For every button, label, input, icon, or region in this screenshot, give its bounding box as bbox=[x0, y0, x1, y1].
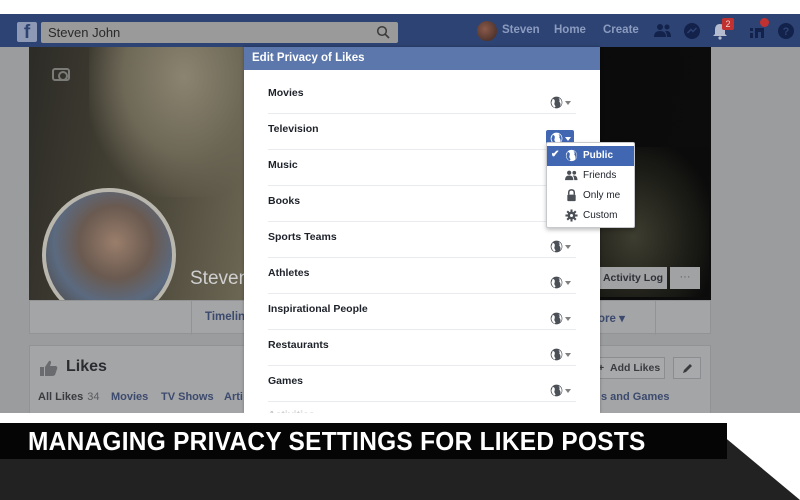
search-value: Steven John bbox=[48, 25, 121, 40]
lock-icon bbox=[567, 189, 576, 202]
gear-icon bbox=[565, 209, 578, 222]
likes-tab-artists[interactable]: Arti bbox=[224, 391, 243, 403]
privacy-row-music: Music bbox=[268, 150, 576, 186]
caret-down-icon bbox=[565, 281, 571, 285]
likes-tab-all[interactable]: All Likes 34 bbox=[38, 391, 100, 403]
globe-icon bbox=[565, 149, 578, 162]
quick-help-alert-dot bbox=[760, 18, 769, 27]
privacy-option-label: Only me bbox=[583, 190, 621, 201]
privacy-row-label: Inspirational People bbox=[268, 303, 368, 315]
privacy-row-label: Games bbox=[268, 375, 304, 387]
privacy-row-television: Television bbox=[268, 114, 576, 150]
likes-tab-movies[interactable]: Movies bbox=[111, 391, 148, 403]
svg-text:?: ? bbox=[783, 26, 790, 38]
privacy-row-games: Games bbox=[268, 366, 576, 402]
friends-icon bbox=[565, 170, 578, 181]
checkmark-icon: ✔ bbox=[551, 149, 560, 160]
privacy-row-inspirational-people: Inspirational People bbox=[268, 294, 576, 330]
caret-down-icon bbox=[565, 353, 571, 357]
privacy-row-label: Movies bbox=[268, 87, 304, 99]
likes-tab-tv-shows[interactable]: TV Shows bbox=[161, 391, 214, 403]
privacy-selector-button[interactable] bbox=[546, 238, 574, 256]
more-options-button[interactable]: ··· bbox=[670, 267, 700, 289]
privacy-selector-button[interactable] bbox=[546, 94, 574, 112]
likes-title: Likes bbox=[66, 358, 107, 375]
globe-icon bbox=[550, 276, 563, 289]
privacy-row-books: Books bbox=[268, 186, 576, 222]
privacy-row-label: Sports Teams bbox=[268, 231, 337, 243]
edit-privacy-modal: Edit Privacy of Likes Movies Television Mu… bbox=[244, 47, 600, 413]
caret-down-icon bbox=[565, 101, 571, 105]
tab-more[interactable]: ore ▾ bbox=[598, 311, 625, 325]
caret-down-icon bbox=[565, 317, 571, 321]
top-margin bbox=[0, 0, 800, 14]
privacy-selector-button[interactable] bbox=[546, 274, 574, 292]
privacy-dropdown-menu: ✔ Public Friends Only me Custom bbox=[546, 142, 635, 228]
globe-icon bbox=[550, 348, 563, 361]
globe-icon bbox=[550, 240, 563, 253]
facebook-logo-icon[interactable]: f bbox=[17, 22, 37, 42]
privacy-row-movies: Movies bbox=[268, 78, 576, 114]
likes-tab-label: All Likes bbox=[38, 391, 84, 403]
privacy-option-label: Friends bbox=[583, 170, 617, 181]
tab-divider bbox=[655, 301, 656, 335]
privacy-option-only-me[interactable]: Only me bbox=[547, 186, 634, 206]
edit-likes-button[interactable] bbox=[673, 357, 701, 379]
privacy-row-sports-teams: Sports Teams bbox=[268, 222, 576, 258]
nav-avatar[interactable] bbox=[477, 21, 497, 41]
likes-tab-apps-games[interactable]: s and Games bbox=[601, 391, 669, 403]
messenger-icon[interactable] bbox=[683, 22, 701, 40]
privacy-row-label: Athletes bbox=[268, 267, 310, 279]
activity-log-button[interactable]: Activity Log bbox=[599, 267, 667, 289]
globe-icon bbox=[550, 96, 563, 109]
likes-count: 34 bbox=[87, 391, 100, 403]
nav-create-link[interactable]: Create bbox=[603, 24, 639, 36]
caret-down-icon bbox=[565, 137, 571, 141]
privacy-selector-button[interactable] bbox=[546, 346, 574, 364]
top-navbar: f Steven John Steven Home Create 2 ? bbox=[0, 14, 800, 47]
globe-icon bbox=[550, 384, 563, 397]
privacy-option-custom[interactable]: Custom bbox=[547, 206, 634, 226]
search-input[interactable]: Steven John bbox=[41, 22, 398, 43]
privacy-option-label: Custom bbox=[583, 210, 618, 221]
notification-badge: 2 bbox=[722, 18, 734, 30]
nav-profile-link[interactable]: Steven bbox=[502, 24, 540, 36]
caret-down-icon bbox=[565, 389, 571, 393]
tab-divider bbox=[191, 301, 192, 335]
search-icon[interactable] bbox=[376, 25, 390, 39]
profile-name: Steven bbox=[190, 268, 250, 289]
privacy-row-athletes: Athletes bbox=[268, 258, 576, 294]
privacy-row-label: Music bbox=[268, 159, 298, 171]
privacy-option-public[interactable]: ✔ Public bbox=[547, 146, 634, 166]
modal-title: Edit Privacy of Likes bbox=[244, 47, 600, 70]
camera-icon[interactable] bbox=[52, 68, 70, 81]
privacy-row-label: Television bbox=[268, 123, 319, 135]
caption-title: MANAGING PRIVACY SETTINGS FOR LIKED POST… bbox=[28, 426, 646, 456]
privacy-option-friends[interactable]: Friends bbox=[547, 166, 634, 186]
screenshot-stage: f Steven John Steven Home Create 2 ? Ste… bbox=[0, 0, 800, 500]
privacy-row-label: Books bbox=[268, 195, 301, 207]
friends-icon[interactable] bbox=[654, 22, 672, 40]
privacy-row-label: Restaurants bbox=[268, 339, 329, 351]
privacy-selector-button[interactable] bbox=[546, 310, 574, 328]
privacy-row-restaurants: Restaurants bbox=[268, 330, 576, 366]
add-likes-label: Add Likes bbox=[610, 362, 661, 374]
caret-down-icon bbox=[565, 245, 571, 249]
thumbs-up-icon bbox=[40, 360, 58, 376]
globe-icon bbox=[550, 312, 563, 325]
help-icon[interactable]: ? bbox=[777, 22, 795, 40]
pencil-icon bbox=[683, 364, 692, 373]
nav-home-link[interactable]: Home bbox=[554, 24, 586, 36]
privacy-option-label: Public bbox=[583, 150, 614, 161]
privacy-selector-button[interactable] bbox=[546, 382, 574, 400]
tab-timeline[interactable]: Timelin bbox=[205, 311, 245, 323]
add-likes-button[interactable]: + Add Likes bbox=[593, 357, 665, 379]
